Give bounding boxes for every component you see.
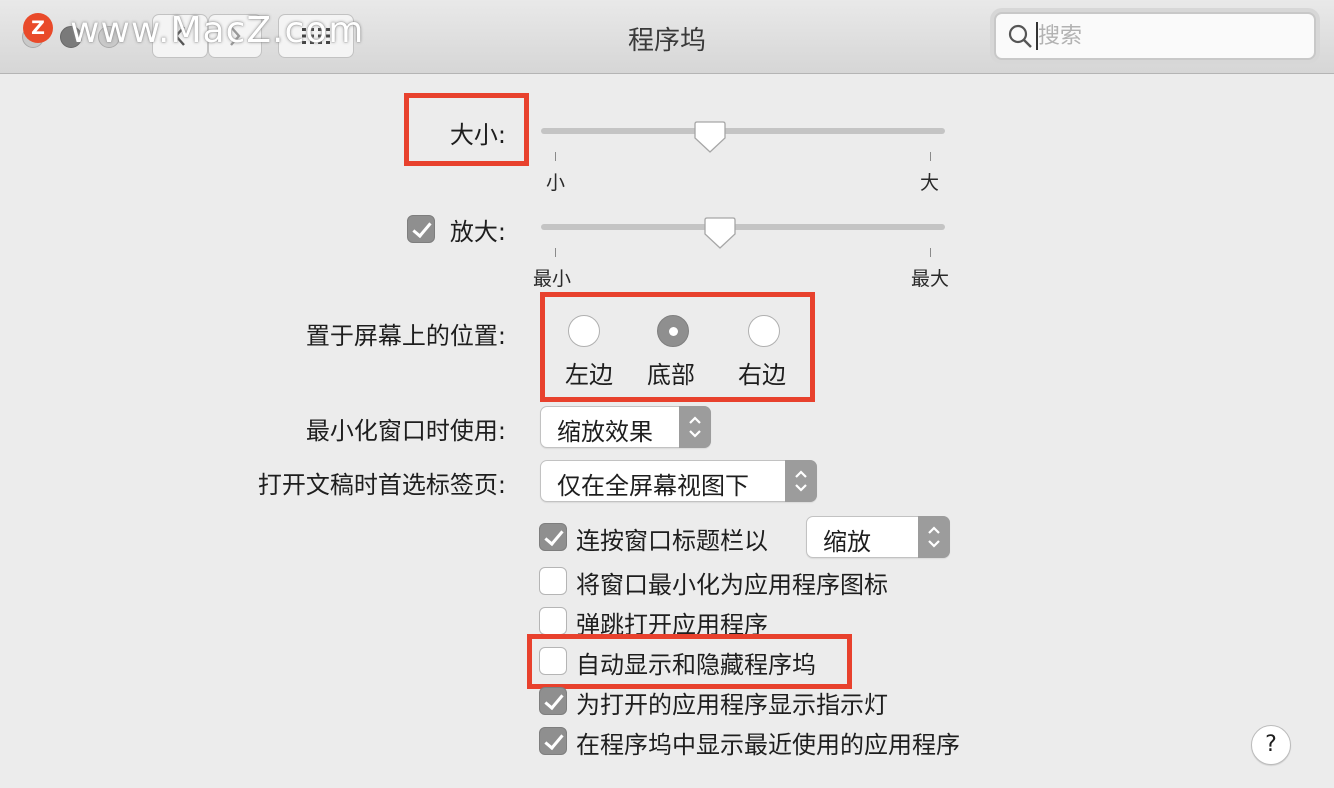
magnification-checkbox[interactable] xyxy=(407,215,435,243)
minimize-effect-popup[interactable]: 缩放效果 xyxy=(540,406,711,448)
position-label: 置于屏幕上的位置: xyxy=(305,322,506,350)
search-icon xyxy=(1008,24,1032,48)
size-max-label: 大 xyxy=(920,172,940,194)
popup-arrows-icon xyxy=(679,406,711,448)
minimize-into-app-icon-label: 将窗口最小化为应用程序图标 xyxy=(576,571,888,599)
search-input[interactable] xyxy=(1038,20,1298,52)
popup-arrows-icon xyxy=(918,516,950,558)
prefer-tabs-popup[interactable]: 仅在全屏幕视图下 xyxy=(540,460,817,502)
animate-opening-apps-checkbox[interactable] xyxy=(539,607,567,635)
search-field[interactable] xyxy=(994,12,1316,60)
double-click-title-bar-label: 连按窗口标题栏以 xyxy=(576,527,768,555)
magnification-tick-max xyxy=(930,248,931,257)
magnification-slider[interactable] xyxy=(541,224,945,230)
magnification-label: 放大: xyxy=(449,218,506,246)
position-bottom-radio[interactable] xyxy=(657,315,689,347)
size-slider[interactable] xyxy=(541,128,945,134)
position-left-radio[interactable] xyxy=(568,315,600,347)
show-indicators-checkbox[interactable] xyxy=(539,687,567,715)
size-label: 大小: xyxy=(449,121,506,149)
double-click-action-popup[interactable]: 缩放 xyxy=(806,516,950,558)
magnification-tick-min xyxy=(555,248,556,257)
toolbar: Z www.MacZ.com 程序坞 xyxy=(0,0,1334,74)
show-recent-apps-checkbox[interactable] xyxy=(539,727,567,755)
help-button[interactable]: ? xyxy=(1251,725,1291,765)
prefer-tabs-value: 仅在全屏幕视图下 xyxy=(557,472,749,500)
autohide-dock-label: 自动显示和隐藏程序坞 xyxy=(576,651,816,679)
popup-arrows-icon xyxy=(785,460,817,502)
magnification-slider-thumb[interactable] xyxy=(704,216,736,250)
show-indicators-label: 为打开的应用程序显示指示灯 xyxy=(576,691,888,719)
position-bottom-label: 底部 xyxy=(647,361,695,389)
size-slider-thumb[interactable] xyxy=(694,120,726,154)
magnification-min-label: 最小 xyxy=(533,268,572,290)
double-click-title-bar-checkbox[interactable] xyxy=(539,523,567,551)
position-right-label: 右边 xyxy=(738,361,786,389)
autohide-dock-checkbox[interactable] xyxy=(539,647,567,675)
minimize-into-app-icon-checkbox[interactable] xyxy=(539,567,567,595)
size-tick-min xyxy=(555,152,556,161)
show-recent-apps-label: 在程序坞中显示最近使用的应用程序 xyxy=(576,731,960,759)
size-min-label: 小 xyxy=(546,172,566,194)
magnification-max-label: 最大 xyxy=(911,268,950,290)
size-tick-max xyxy=(930,152,931,161)
position-right-radio[interactable] xyxy=(748,315,780,347)
position-left-label: 左边 xyxy=(565,361,613,389)
prefer-tabs-label: 打开文稿时首选标签页: xyxy=(257,471,506,499)
minimize-effect-value: 缩放效果 xyxy=(557,418,653,446)
minimize-using-label: 最小化窗口时使用: xyxy=(305,417,506,445)
double-click-action-value: 缩放 xyxy=(823,528,871,556)
